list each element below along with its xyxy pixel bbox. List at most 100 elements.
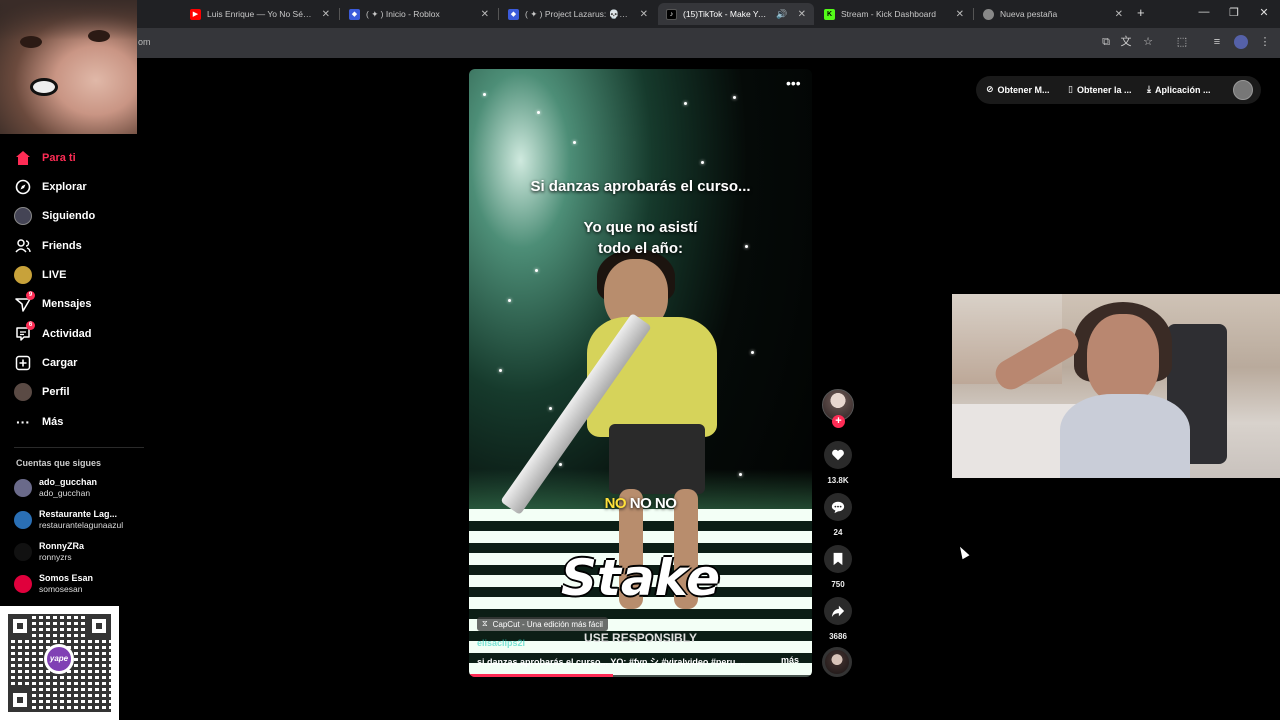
video-subtitle-nono: NO NO NO	[469, 495, 812, 512]
stake-watermark: Stake	[560, 549, 721, 607]
sidebar-item-label: Mensajes	[42, 298, 92, 310]
sidebar-item-label: Friends	[42, 240, 82, 252]
star	[739, 473, 742, 476]
sidebar-item-actividad[interactable]: 6 Actividad	[14, 321, 92, 345]
media-control-icon[interactable]: ≡	[1210, 35, 1224, 49]
close-icon[interactable]: ✕	[322, 9, 330, 20]
tab-youtube[interactable]: ▶ Luis Enrique — Yo No Sé Mañana ✕	[182, 3, 338, 25]
bookmark-star-icon[interactable]: ☆	[1141, 35, 1155, 49]
get-coins-button[interactable]: ⊘ Obtener M...	[986, 84, 1050, 95]
comment-count: 24	[833, 528, 843, 537]
menu-kebab-icon[interactable]: ⋮	[1258, 35, 1272, 49]
window-close-icon[interactable]: ✕	[1257, 6, 1271, 19]
avatar	[14, 575, 32, 593]
close-icon[interactable]: ✕	[956, 9, 964, 20]
sidebar-item-label: Para ti	[42, 152, 76, 164]
more-link[interactable]: más	[781, 655, 799, 665]
save-button[interactable]	[824, 545, 852, 573]
more-icon: ···	[16, 414, 30, 430]
tab-tiktok[interactable]: ♪ (15)TikTok - Make Your Day 🔊 ✕	[658, 3, 814, 25]
video-player[interactable]: Si danzas aprobarás el curso... Yo que n…	[469, 69, 812, 677]
following-account[interactable]: ado_gucchan ado_gucchan	[14, 477, 97, 499]
tab-kick[interactable]: K Stream - Kick Dashboard ✕	[816, 3, 972, 25]
share-button[interactable]	[824, 597, 852, 625]
profile-icon[interactable]	[1234, 35, 1248, 49]
compass-icon	[14, 178, 32, 196]
capcut-tag[interactable]: ⧖ CapCut - Una edición más fácil	[477, 617, 608, 631]
browser-toolbar: om	[0, 28, 1280, 58]
star	[733, 96, 736, 99]
translate-icon[interactable]: 文	[1119, 35, 1133, 49]
sidebar-item-label: LIVE	[42, 269, 67, 281]
close-icon[interactable]: ✕	[798, 9, 806, 20]
star	[751, 351, 754, 354]
close-icon[interactable]: ✕	[640, 9, 648, 20]
following-account[interactable]: Somos Esan somosesan	[14, 573, 93, 595]
video-options-icon[interactable]: •••	[786, 75, 801, 91]
tab-roblox-home[interactable]: ◆ ( ✦ ) Inicio - Roblox ✕	[341, 3, 497, 25]
extensions-icon[interactable]: ⬚	[1175, 35, 1189, 49]
sidebar-item-label: Actividad	[42, 328, 92, 340]
tab-title: Nueva pestaña	[1000, 9, 1058, 19]
button-label: Aplicación ...	[1154, 84, 1211, 95]
get-app-button[interactable]: ▯ Obtener la ...	[1068, 84, 1131, 95]
tab-separator	[498, 8, 499, 20]
comment-button[interactable]	[824, 493, 852, 521]
sidebar-item-mensajes[interactable]: 9 Mensajes	[14, 291, 92, 315]
notification-badge: 9	[26, 291, 35, 300]
webcam-eye	[20, 36, 42, 48]
star	[684, 102, 687, 105]
video-description: si danzas aprobarás el curso... YO: #fyp…	[477, 657, 746, 667]
following-account[interactable]: RonnyZRa ronnyzrs	[14, 541, 84, 563]
video-progress-fill	[469, 674, 614, 677]
video-author[interactable]: elisaclips2l	[477, 638, 525, 648]
following-section-title: Cuentas que sigues	[16, 458, 102, 468]
account-name: Restaurante Lag...	[39, 509, 118, 519]
tab-separator	[973, 8, 974, 20]
address-bar[interactable]: om	[138, 37, 151, 47]
sidebar-item-cargar[interactable]: Cargar	[14, 352, 77, 374]
music-disc[interactable]	[822, 647, 852, 677]
like-button[interactable]	[824, 441, 852, 469]
tab-title: Luis Enrique — Yo No Sé Mañana	[207, 9, 312, 19]
button-label: Obtener la ...	[1076, 84, 1132, 95]
install-app-icon[interactable]: ⧉	[1099, 35, 1113, 49]
sidebar-item-para-ti[interactable]: Para ti	[14, 147, 76, 169]
tab-title: (15)TikTok - Make Your Day	[683, 9, 771, 19]
user-avatar[interactable]	[1233, 80, 1253, 100]
webcam-eye	[88, 30, 110, 42]
account-name: ado_gucchan	[39, 477, 98, 487]
microphone-shape	[30, 78, 58, 96]
speaker-icon[interactable]: 🔊	[776, 9, 787, 20]
restore-icon[interactable]: ❐	[1227, 6, 1241, 19]
avatar	[14, 543, 32, 561]
account-handle: ronnyzrs	[39, 552, 72, 562]
yape-logo: yape	[44, 644, 74, 674]
star	[701, 161, 704, 164]
tab-new[interactable]: Nueva pestaña ✕	[975, 3, 1131, 25]
sidebar-item-mas[interactable]: ··· Más	[14, 411, 63, 433]
tab-title: Stream - Kick Dashboard	[841, 9, 936, 19]
follow-plus-icon[interactable]: +	[832, 415, 845, 428]
minimize-icon[interactable]: —	[1197, 6, 1211, 18]
capcut-icon: ⧖	[482, 619, 488, 628]
home-icon	[14, 149, 32, 167]
new-tab-button[interactable]: +	[1137, 5, 1145, 20]
tab-roblox-lazarus[interactable]: ◆ ( ✦ ) Project Lazarus: 💀 ZOMBIES ✕	[500, 3, 656, 25]
sidebar-item-live[interactable]: LIVE	[14, 264, 66, 286]
following-account[interactable]: Restaurante Lag... restaurantelagunaazul	[14, 509, 123, 531]
close-icon[interactable]: ✕	[481, 9, 489, 20]
sidebar-item-explorar[interactable]: Explorar	[14, 176, 87, 198]
capcut-label: CapCut - Una edición más fácil	[492, 619, 603, 629]
video-progress-bar[interactable]	[469, 674, 812, 677]
sidebar-item-perfil[interactable]: Perfil	[14, 381, 70, 403]
webcam-overlay-top	[0, 0, 137, 134]
close-icon[interactable]: ✕	[1115, 9, 1123, 20]
desktop-app-button[interactable]: ⤓ Aplicación ...	[1147, 84, 1211, 95]
sidebar-item-siguiendo[interactable]: Siguiendo	[14, 205, 95, 227]
kick-icon: K	[824, 8, 835, 20]
roblox-icon: ◆	[349, 8, 360, 20]
star	[535, 269, 538, 272]
sidebar-item-friends[interactable]: Friends	[14, 235, 82, 257]
coin-icon: ⊘	[986, 84, 994, 94]
